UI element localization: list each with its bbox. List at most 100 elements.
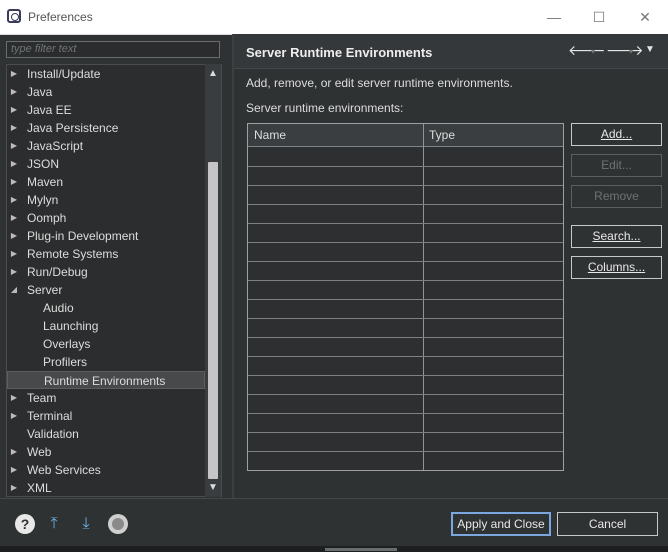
expand-arrow-icon[interactable]: ▶ (9, 407, 19, 425)
tree-item[interactable]: ▶ Remote Systems (7, 245, 205, 263)
tree-item[interactable]: Validation (7, 425, 205, 443)
table-row[interactable] (248, 375, 563, 376)
table-row[interactable] (248, 337, 563, 338)
runtime-table[interactable]: Name Type (247, 123, 564, 471)
maximize-button[interactable]: ☐ (576, 0, 622, 34)
table-row[interactable] (248, 432, 563, 433)
table-row[interactable] (248, 242, 563, 243)
table-row[interactable] (248, 451, 563, 452)
expand-arrow-icon[interactable]: ▶ (9, 479, 19, 496)
expand-arrow-icon[interactable]: ▶ (9, 245, 19, 263)
collapse-arrow-icon[interactable]: ◢ (9, 281, 19, 299)
import-icon[interactable]: ⤒ (44, 514, 64, 534)
tree-item-label: Launching (43, 319, 99, 333)
tree-item[interactable]: ▶ Terminal (7, 407, 205, 425)
expand-arrow-icon[interactable]: ▶ (9, 65, 19, 83)
tree-item-label: Web (27, 445, 52, 459)
export-icon[interactable]: ⤓ (76, 514, 96, 534)
help-icon[interactable]: ? (15, 514, 35, 534)
remove-button[interactable]: Remove (571, 185, 662, 208)
minimize-button[interactable]: — (531, 0, 577, 34)
tree-item[interactable]: ▶ XML (7, 479, 205, 496)
tree-item[interactable]: Overlays (7, 335, 205, 353)
tree-item-label: Overlays (43, 337, 91, 351)
expand-arrow-icon[interactable]: ▶ (9, 443, 19, 461)
filter-input[interactable]: type filter text (6, 41, 220, 58)
tree-item[interactable]: ▶ Team (7, 389, 205, 407)
close-button[interactable]: ✕ (622, 0, 668, 34)
tree-item[interactable]: ▶ Java (7, 83, 205, 101)
bottom-strip (0, 546, 668, 552)
tree-item[interactable]: ▶ Run/Debug (7, 263, 205, 281)
table-row[interactable] (248, 470, 564, 471)
expand-arrow-icon[interactable]: ▶ (9, 191, 19, 209)
tree-item[interactable]: ▶ Plug-in Development (7, 227, 205, 245)
edit-button[interactable]: Edit... (571, 154, 662, 177)
scroll-down-icon[interactable]: ▼ (205, 480, 221, 496)
columns-button-label: Columns... (587, 260, 646, 274)
table-row[interactable] (248, 185, 563, 186)
table-row[interactable] (248, 356, 563, 357)
table-header: Name Type (248, 124, 563, 147)
expand-arrow-icon[interactable]: ▶ (9, 389, 19, 407)
window-title: Preferences (28, 10, 93, 24)
record-icon[interactable] (108, 514, 128, 534)
tree-item-label: Runtime Environments (44, 374, 166, 388)
view-menu-icon[interactable]: ▼ (645, 44, 655, 55)
forward-icon[interactable]: 🡒 (606, 42, 644, 59)
tree-item[interactable]: ▶ Java EE (7, 101, 205, 119)
tree-item[interactable]: Launching (7, 317, 205, 335)
table-row[interactable] (248, 299, 563, 300)
panel-sash[interactable] (232, 34, 234, 498)
tree-item[interactable]: ▶ JavaScript (7, 137, 205, 155)
tree-item[interactable]: Runtime Environments (7, 371, 205, 389)
tree-item[interactable]: ▶ Java Persistence (7, 119, 205, 137)
tree-item-label: Java Persistence (27, 121, 119, 135)
back-icon[interactable]: 🡐 (568, 42, 606, 59)
expand-arrow-icon[interactable]: ▶ (9, 209, 19, 227)
columns-button[interactable]: Columns... (571, 256, 662, 279)
tree-scrollbar[interactable]: ▲ ▼ (205, 64, 221, 497)
expand-arrow-icon[interactable]: ▶ (9, 119, 19, 137)
apply-and-close-button[interactable]: Apply and Close (451, 512, 551, 536)
add-button[interactable]: Add... (571, 123, 662, 146)
expand-arrow-icon[interactable]: ▶ (9, 155, 19, 173)
table-row[interactable] (248, 318, 563, 319)
tree-item[interactable]: ▶ Web (7, 443, 205, 461)
tree-item[interactable]: ▶ Install/Update (7, 65, 205, 83)
table-row[interactable] (248, 280, 563, 281)
scroll-up-icon[interactable]: ▲ (205, 66, 221, 82)
expand-arrow-icon[interactable]: ▶ (9, 137, 19, 155)
expand-arrow-icon[interactable]: ▶ (9, 461, 19, 479)
tree-item[interactable]: Profilers (7, 353, 205, 371)
tree-item-label: JavaScript (27, 139, 84, 153)
table-row[interactable] (248, 394, 563, 395)
expand-arrow-icon[interactable]: ▶ (9, 173, 19, 191)
table-row[interactable] (248, 261, 563, 262)
tree-item[interactable]: ▶ Oomph (7, 209, 205, 227)
table-row[interactable] (248, 223, 563, 224)
tree-item[interactable]: Audio (7, 299, 205, 317)
expand-arrow-icon[interactable]: ▶ (9, 101, 19, 119)
tree-item[interactable]: ▶ Mylyn (7, 191, 205, 209)
scrollbar-thumb[interactable] (208, 162, 218, 479)
table-row[interactable] (248, 413, 563, 414)
column-header-name[interactable]: Name (254, 128, 286, 142)
tree-item[interactable]: ▶ JSON (7, 155, 205, 173)
expand-arrow-icon[interactable]: ▶ (9, 263, 19, 281)
column-header-type[interactable]: Type (429, 128, 455, 142)
search-button[interactable]: Search... (571, 225, 662, 248)
search-button-label: Search... (592, 229, 641, 243)
table-row[interactable] (248, 166, 563, 167)
forward-dropdown-icon[interactable]: ▾ (629, 47, 633, 56)
tree-item[interactable]: ▶ Web Services (7, 461, 205, 479)
runtime-list-label: Server runtime environments: (246, 101, 404, 115)
tree-item[interactable]: ▶ Maven (7, 173, 205, 191)
expand-arrow-icon[interactable]: ▶ (9, 83, 19, 101)
cancel-button[interactable]: Cancel (557, 512, 658, 536)
page-header: Server Runtime Environments 🡐 ▾ 🡒 ▾ ▼ (234, 34, 668, 69)
expand-arrow-icon[interactable]: ▶ (9, 227, 19, 245)
back-dropdown-icon[interactable]: ▾ (591, 47, 595, 56)
tree-item[interactable]: ◢ Server (7, 281, 205, 299)
table-row[interactable] (248, 204, 563, 205)
